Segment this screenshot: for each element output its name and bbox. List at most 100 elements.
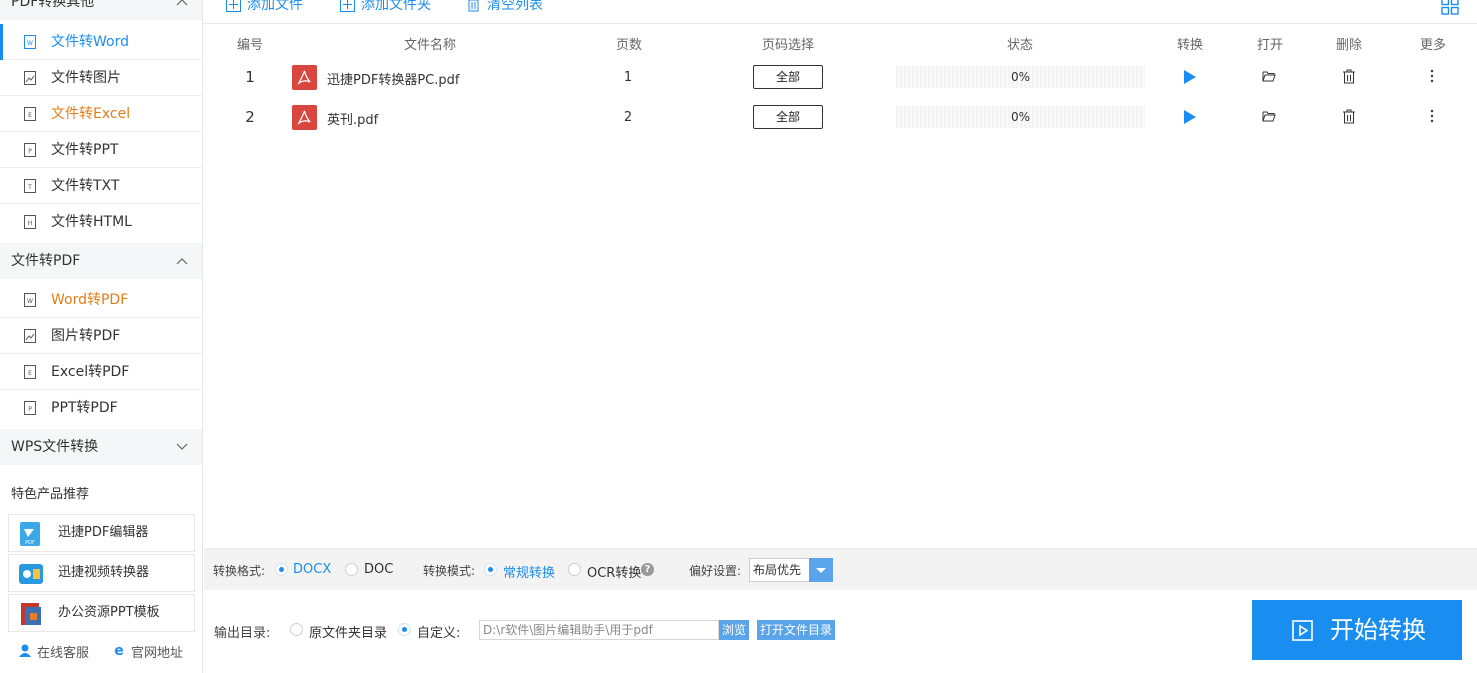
app-window: PDF转换其他 W 文件转Word 文件转图片 E 文件转Excel P 文件转… [0, 0, 1477, 673]
output-bar: 输出目录: 原文件夹目录 自定义: D:\r软件\图片编辑助手\用于pdf 浏览… [204, 591, 1477, 673]
help-icon[interactable]: ? [641, 563, 654, 576]
add-folder-button[interactable]: 添加文件夹 [340, 0, 431, 14]
sidebar-item-label: 文件转HTML [51, 214, 132, 230]
svg-text:E: E [28, 112, 32, 119]
section-wps-convert[interactable]: WPS文件转换 [0, 429, 202, 465]
sidebar-item-label: 文件转Word [51, 34, 129, 50]
sidebar-item-label: Word转PDF [51, 292, 129, 308]
folder-open-icon[interactable] [1262, 69, 1276, 83]
more-vertical-icon[interactable] [1430, 69, 1434, 83]
status-progress: 0% [896, 66, 1145, 88]
radio-docx-label[interactable]: DOCX [293, 562, 331, 577]
table-row[interactable]: 1 迅捷PDF转换器PC.pdf 1 全部 0% [204, 62, 1477, 102]
section-file-to-pdf[interactable]: 文件转PDF [0, 243, 202, 279]
promo-ppt-template[interactable]: 办公资源PPT模板 [8, 594, 195, 632]
sidebar-item-word-to-pdf[interactable]: W Word转PDF [0, 282, 202, 318]
play-icon[interactable] [1183, 109, 1197, 125]
output-path-field[interactable]: D:\r软件\图片编辑助手\用于pdf [479, 620, 719, 640]
sidebar-item-file-to-image[interactable]: 文件转图片 [0, 60, 202, 96]
radio-docx[interactable] [275, 563, 288, 576]
page-select-button[interactable]: 全部 [753, 105, 823, 129]
add-folder-label: 添加文件夹 [361, 0, 431, 13]
radio-custom-folder[interactable] [398, 623, 411, 636]
add-file-label: 添加文件 [247, 0, 303, 13]
start-convert-button[interactable]: 开始转换 [1252, 600, 1462, 660]
radio-original-folder-label[interactable]: 原文件夹目录 [309, 622, 387, 641]
website-label: 官网地址 [131, 646, 184, 661]
sidebar-item-image-to-pdf[interactable]: 图片转PDF [0, 318, 202, 354]
active-indicator [0, 24, 3, 60]
svg-text:H: H [28, 220, 33, 227]
preference-label: 偏好设置: [689, 564, 742, 578]
section-title: WPS文件转换 [11, 439, 99, 455]
radio-doc[interactable] [345, 563, 358, 576]
sidebar-item-file-to-html[interactable]: H 文件转HTML [0, 204, 202, 240]
user-icon [19, 644, 31, 657]
browse-button[interactable]: 浏览 [719, 620, 750, 640]
sidebar-item-file-to-ppt[interactable]: P 文件转PPT [0, 132, 202, 168]
play-square-icon [1292, 620, 1313, 641]
sidebar-item-label: 图片转PDF [51, 328, 121, 344]
sidebar: PDF转换其他 W 文件转Word 文件转图片 E 文件转Excel P 文件转… [0, 0, 203, 673]
word-file-icon: W [24, 35, 36, 49]
folder-open-icon[interactable] [1262, 109, 1276, 123]
radio-normal-mode[interactable] [484, 563, 497, 576]
chevron-up-icon [176, 258, 188, 265]
sidebar-item-file-to-excel[interactable]: E 文件转Excel [0, 96, 202, 132]
page-count: 2 [623, 110, 633, 125]
sidebar-item-file-to-txt[interactable]: T 文件转TXT [0, 168, 202, 204]
chevron-down-icon [176, 443, 188, 450]
preference-select[interactable]: 布局优先 [749, 558, 833, 582]
svg-text:P: P [28, 148, 32, 155]
sidebar-item-file-to-word[interactable]: W 文件转Word [0, 24, 202, 60]
chevron-up-icon [176, 0, 188, 6]
open-folder-button[interactable]: 打开文件目录 [757, 620, 836, 640]
trash-icon[interactable] [1342, 69, 1356, 84]
ppt-file-icon: P [24, 143, 36, 157]
col-convert: 转换 [1176, 38, 1204, 53]
txt-file-icon: T [24, 179, 36, 193]
more-vertical-icon[interactable] [1430, 109, 1434, 123]
col-delete: 删除 [1335, 38, 1363, 53]
trash-icon[interactable] [1342, 109, 1356, 124]
play-icon[interactable] [1183, 69, 1197, 85]
sidebar-item-label: 文件转Excel [51, 106, 131, 122]
sidebar-item-excel-to-pdf[interactable]: E Excel转PDF [0, 354, 202, 390]
sidebar-item-ppt-to-pdf[interactable]: P PPT转PDF [0, 390, 202, 426]
promo-video-converter[interactable]: 迅捷视频转换器 [8, 554, 195, 592]
sidebar-item-label: PPT转PDF [51, 400, 118, 416]
promo-pdf-editor[interactable]: PDF 迅捷PDF编辑器 [8, 514, 195, 552]
radio-ocr-mode[interactable] [568, 563, 581, 576]
add-file-button[interactable]: 添加文件 [226, 0, 303, 14]
website-link[interactable]: e 官网地址 [114, 642, 184, 661]
trash-icon [468, 0, 479, 12]
table-row[interactable]: 2 英刊.pdf 2 全部 0% [204, 102, 1477, 142]
section-pdf-to-other[interactable]: PDF转换其他 [0, 0, 202, 20]
svg-text:PDF: PDF [25, 540, 35, 546]
col-page-select: 页码选择 [761, 38, 815, 53]
file-name: 迅捷PDF转换器PC.pdf [327, 73, 460, 88]
output-dir-label: 输出目录: [214, 626, 271, 641]
radio-ocr-mode-label[interactable]: OCR转换 [587, 562, 641, 581]
toolbar: 添加文件 添加文件夹 清空列表 [204, 0, 1477, 24]
radio-normal-mode-label[interactable]: 常规转换 [503, 562, 555, 581]
section-title: 文件转PDF [11, 253, 81, 269]
radio-doc-label[interactable]: DOC [364, 562, 393, 577]
grid-view-icon[interactable] [1441, 0, 1459, 15]
pdf-editor-icon: PDF [20, 522, 40, 546]
excel-file-icon: E [24, 365, 36, 379]
sidebar-item-label: 文件转PPT [51, 142, 119, 158]
options-bar: 转换格式: DOCX DOC 转换模式: 常规转换 OCR转换 ? 偏好设置: … [204, 548, 1477, 590]
ppt-template-icon [21, 603, 41, 625]
video-converter-icon [19, 564, 43, 584]
dropdown-arrow-icon[interactable] [809, 558, 833, 582]
radio-original-folder[interactable] [290, 623, 303, 636]
radio-custom-folder-label[interactable]: 自定义: [417, 622, 460, 641]
online-support-link[interactable]: 在线客服 [19, 642, 89, 661]
page-count: 1 [623, 70, 633, 85]
html-file-icon: H [24, 215, 36, 229]
page-select-button[interactable]: 全部 [753, 65, 823, 89]
clear-list-button[interactable]: 清空列表 [468, 0, 543, 14]
image-file-icon [24, 329, 36, 343]
col-more: 更多 [1419, 38, 1447, 53]
